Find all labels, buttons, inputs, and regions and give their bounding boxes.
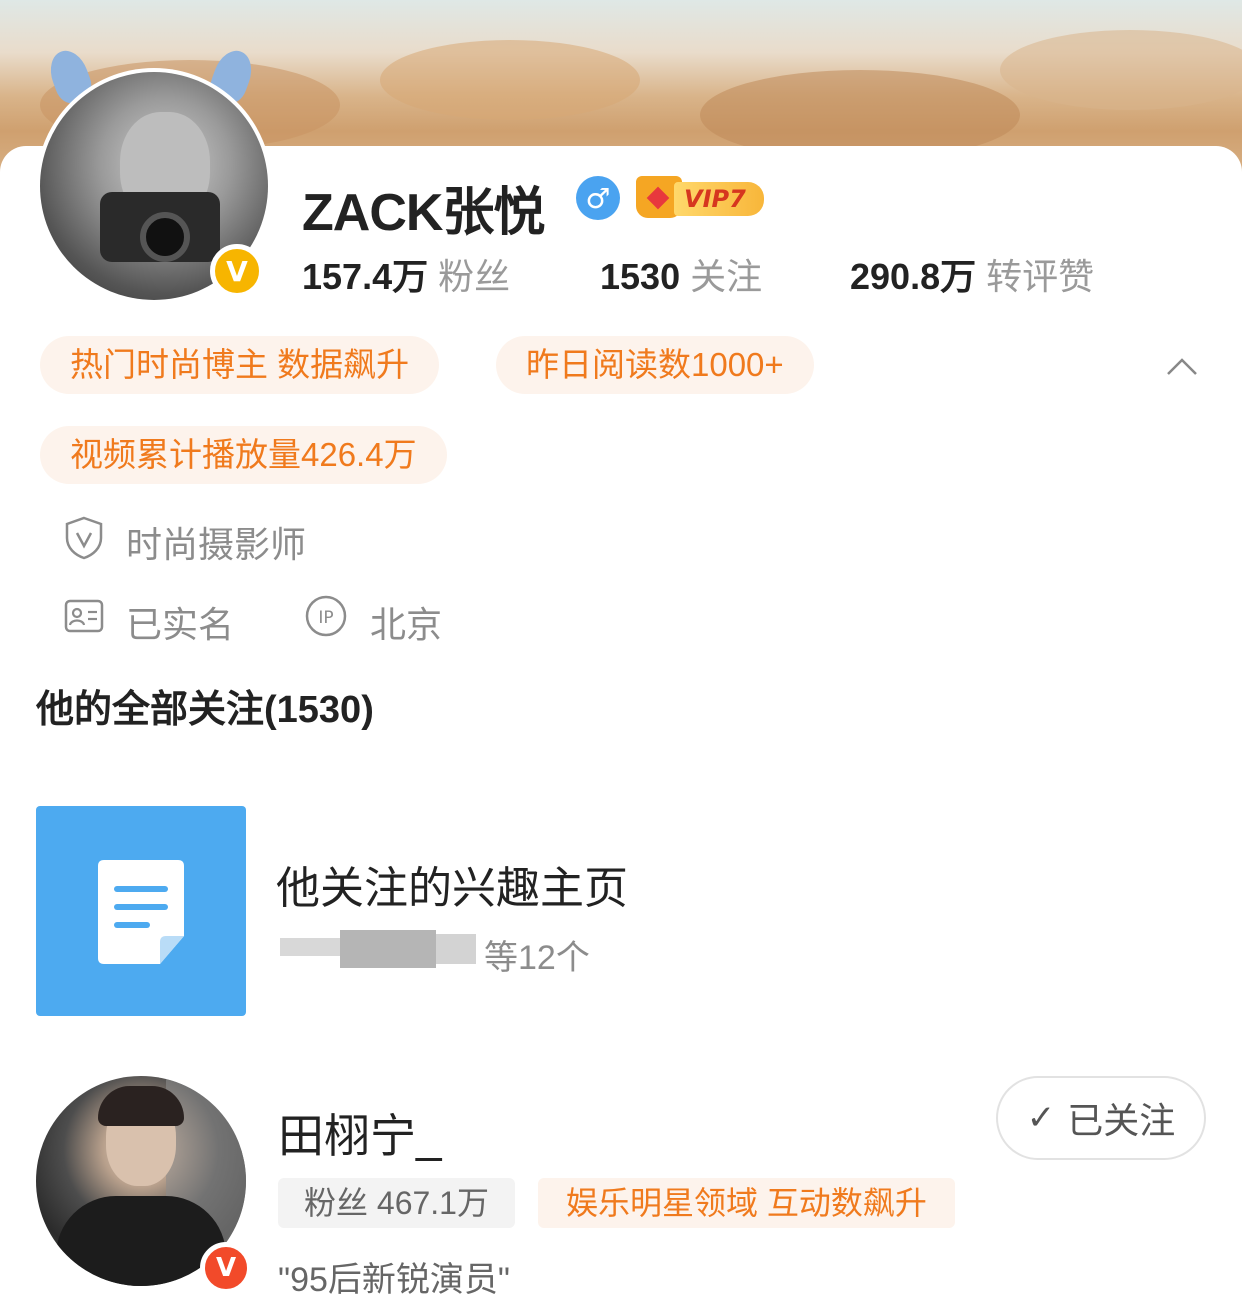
vip-level-label: VIP7 bbox=[674, 182, 764, 216]
profile-tag-trending[interactable]: 热门时尚博主 数据飙升 bbox=[40, 336, 440, 394]
following-section-title: 他的全部关注(1530) bbox=[36, 689, 374, 731]
profile-name: ZACK张悦 bbox=[302, 184, 545, 242]
ip-icon-label: IP bbox=[318, 608, 333, 628]
follow-item-tag[interactable]: 娱乐明星领域 互动数飙升 bbox=[538, 1178, 955, 1228]
check-icon: ✓ bbox=[1026, 1098, 1056, 1138]
follow-item-name[interactable]: 田栩宁_ bbox=[278, 1100, 442, 1166]
verified-badge-icon: V bbox=[210, 244, 264, 298]
id-card-icon bbox=[64, 599, 104, 633]
document-icon bbox=[98, 860, 184, 964]
interest-pages-thumbnail[interactable] bbox=[36, 806, 246, 1016]
profile-tag-video-plays[interactable]: 视频累计播放量426.4万 bbox=[40, 426, 447, 484]
following-count: 1530 bbox=[600, 256, 681, 297]
real-name-status: 已实名 bbox=[126, 604, 235, 645]
stat-interactions[interactable]: 290.8万 转评赞 bbox=[850, 248, 1094, 300]
ip-location: 北京 bbox=[370, 604, 443, 645]
follow-item-fans: 粉丝 467.1万 bbox=[278, 1178, 515, 1228]
verified-badge-icon: V bbox=[200, 1242, 252, 1294]
following-label: 关注 bbox=[690, 256, 763, 297]
interactions-count: 290.8万 bbox=[850, 256, 977, 297]
fans-label: 粉丝 bbox=[438, 256, 511, 297]
interactions-label: 转评赞 bbox=[986, 256, 1095, 297]
interest-pages-count: 等12个 bbox=[484, 939, 590, 977]
verification-title: 时尚摄影师 bbox=[126, 524, 307, 565]
interest-pages-title[interactable]: 他关注的兴趣主页 bbox=[276, 852, 628, 916]
following-button-label: 已关注 bbox=[1067, 1100, 1176, 1141]
ip-icon: IP bbox=[305, 595, 347, 637]
male-gender-icon: ♂ bbox=[576, 176, 620, 220]
profile-tag-reads[interactable]: 昨日阅读数1000+ bbox=[496, 336, 814, 394]
chevron-up-icon[interactable] bbox=[1166, 350, 1198, 382]
shield-icon bbox=[65, 516, 103, 560]
vip-badge[interactable]: VIP7 bbox=[636, 174, 766, 222]
stat-following[interactable]: 1530 关注 bbox=[600, 248, 762, 300]
following-toggle-button[interactable]: ✓ 已关注 bbox=[996, 1076, 1206, 1160]
follow-item-description: "95后新锐演员" bbox=[278, 1261, 510, 1299]
stat-fans[interactable]: 157.4万 粉丝 bbox=[302, 248, 510, 300]
fans-count: 157.4万 bbox=[302, 256, 429, 297]
